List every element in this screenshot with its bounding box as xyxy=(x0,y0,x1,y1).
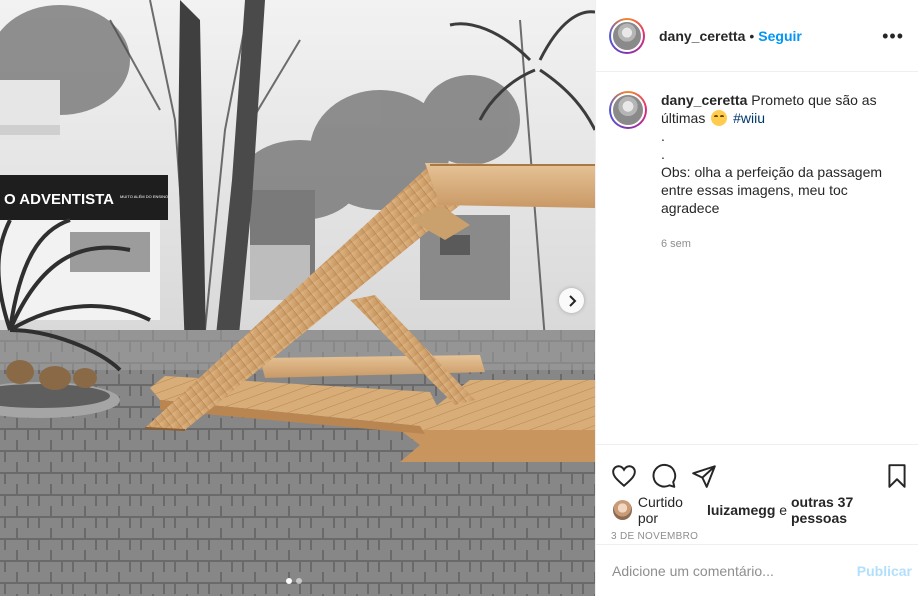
follow-button[interactable]: Seguir xyxy=(758,28,802,44)
bookmark-icon[interactable] xyxy=(884,463,910,489)
more-options-icon[interactable]: ••• xyxy=(882,27,904,45)
post-photo[interactable]: O ADVENTISTA MUITO ALÉM DO ENSINO xyxy=(0,0,595,596)
caption-time-ago[interactable]: 6 sem xyxy=(661,235,904,253)
action-icons xyxy=(596,445,918,495)
heart-icon[interactable] xyxy=(611,463,637,489)
likes-connector: e xyxy=(779,502,788,518)
caption-obs: Obs: olha a perfeição da passagem entre … xyxy=(661,164,883,216)
caption-body: dany_ceretta Prometo que são as últimas … xyxy=(661,91,904,253)
comment-input[interactable] xyxy=(612,562,832,579)
caption-username[interactable]: dany_ceretta xyxy=(661,92,747,108)
caption-dot-2: . xyxy=(661,146,665,162)
liker-username[interactable]: luizamegg xyxy=(707,502,775,518)
share-icon[interactable] xyxy=(691,463,717,489)
likes-prefix: Curtido por xyxy=(637,494,683,526)
caption-hashtag[interactable]: #wiiu xyxy=(733,110,765,126)
instagram-post-view: O ADVENTISTA MUITO ALÉM DO ENSINO dany_c… xyxy=(0,0,918,596)
carousel-dot-active xyxy=(286,578,292,584)
comment-icon[interactable] xyxy=(651,463,677,489)
author-username[interactable]: dany_ceretta xyxy=(659,28,745,44)
sign-small-text: MUITO ALÉM DO ENSINO xyxy=(120,194,168,199)
likes-summary: Curtido por luizamegg e outras 37 pessoa… xyxy=(596,494,918,526)
next-photo-button[interactable] xyxy=(559,288,584,313)
post-caption: dany_ceretta Prometo que são as últimas … xyxy=(596,72,918,253)
author-avatar[interactable] xyxy=(609,17,645,54)
post-header: dany_ceretta • Seguir ••• xyxy=(596,0,918,72)
wooden-structure-photo: O ADVENTISTA MUITO ALÉM DO ENSINO xyxy=(0,0,595,596)
publish-button[interactable]: Publicar xyxy=(857,563,912,579)
likes-others[interactable]: outras 37 pessoas xyxy=(791,494,906,526)
liker-avatar[interactable] xyxy=(613,500,632,520)
carousel-dot xyxy=(296,578,302,584)
comment-box: Publicar xyxy=(596,544,918,596)
chevron-right-icon xyxy=(568,294,576,307)
post-actions: Curtido por luizamegg e outras 37 pessoa… xyxy=(596,444,918,553)
caption-dot-1: . xyxy=(661,128,665,144)
post-side-panel: dany_ceretta • Seguir ••• dany_ceretta P… xyxy=(595,0,918,596)
sign-text: O ADVENTISTA xyxy=(4,191,114,208)
caption-avatar[interactable] xyxy=(609,91,647,129)
header-separator: • xyxy=(749,27,755,44)
grinning-face-emoji xyxy=(711,110,728,126)
carousel-indicator xyxy=(286,578,302,584)
